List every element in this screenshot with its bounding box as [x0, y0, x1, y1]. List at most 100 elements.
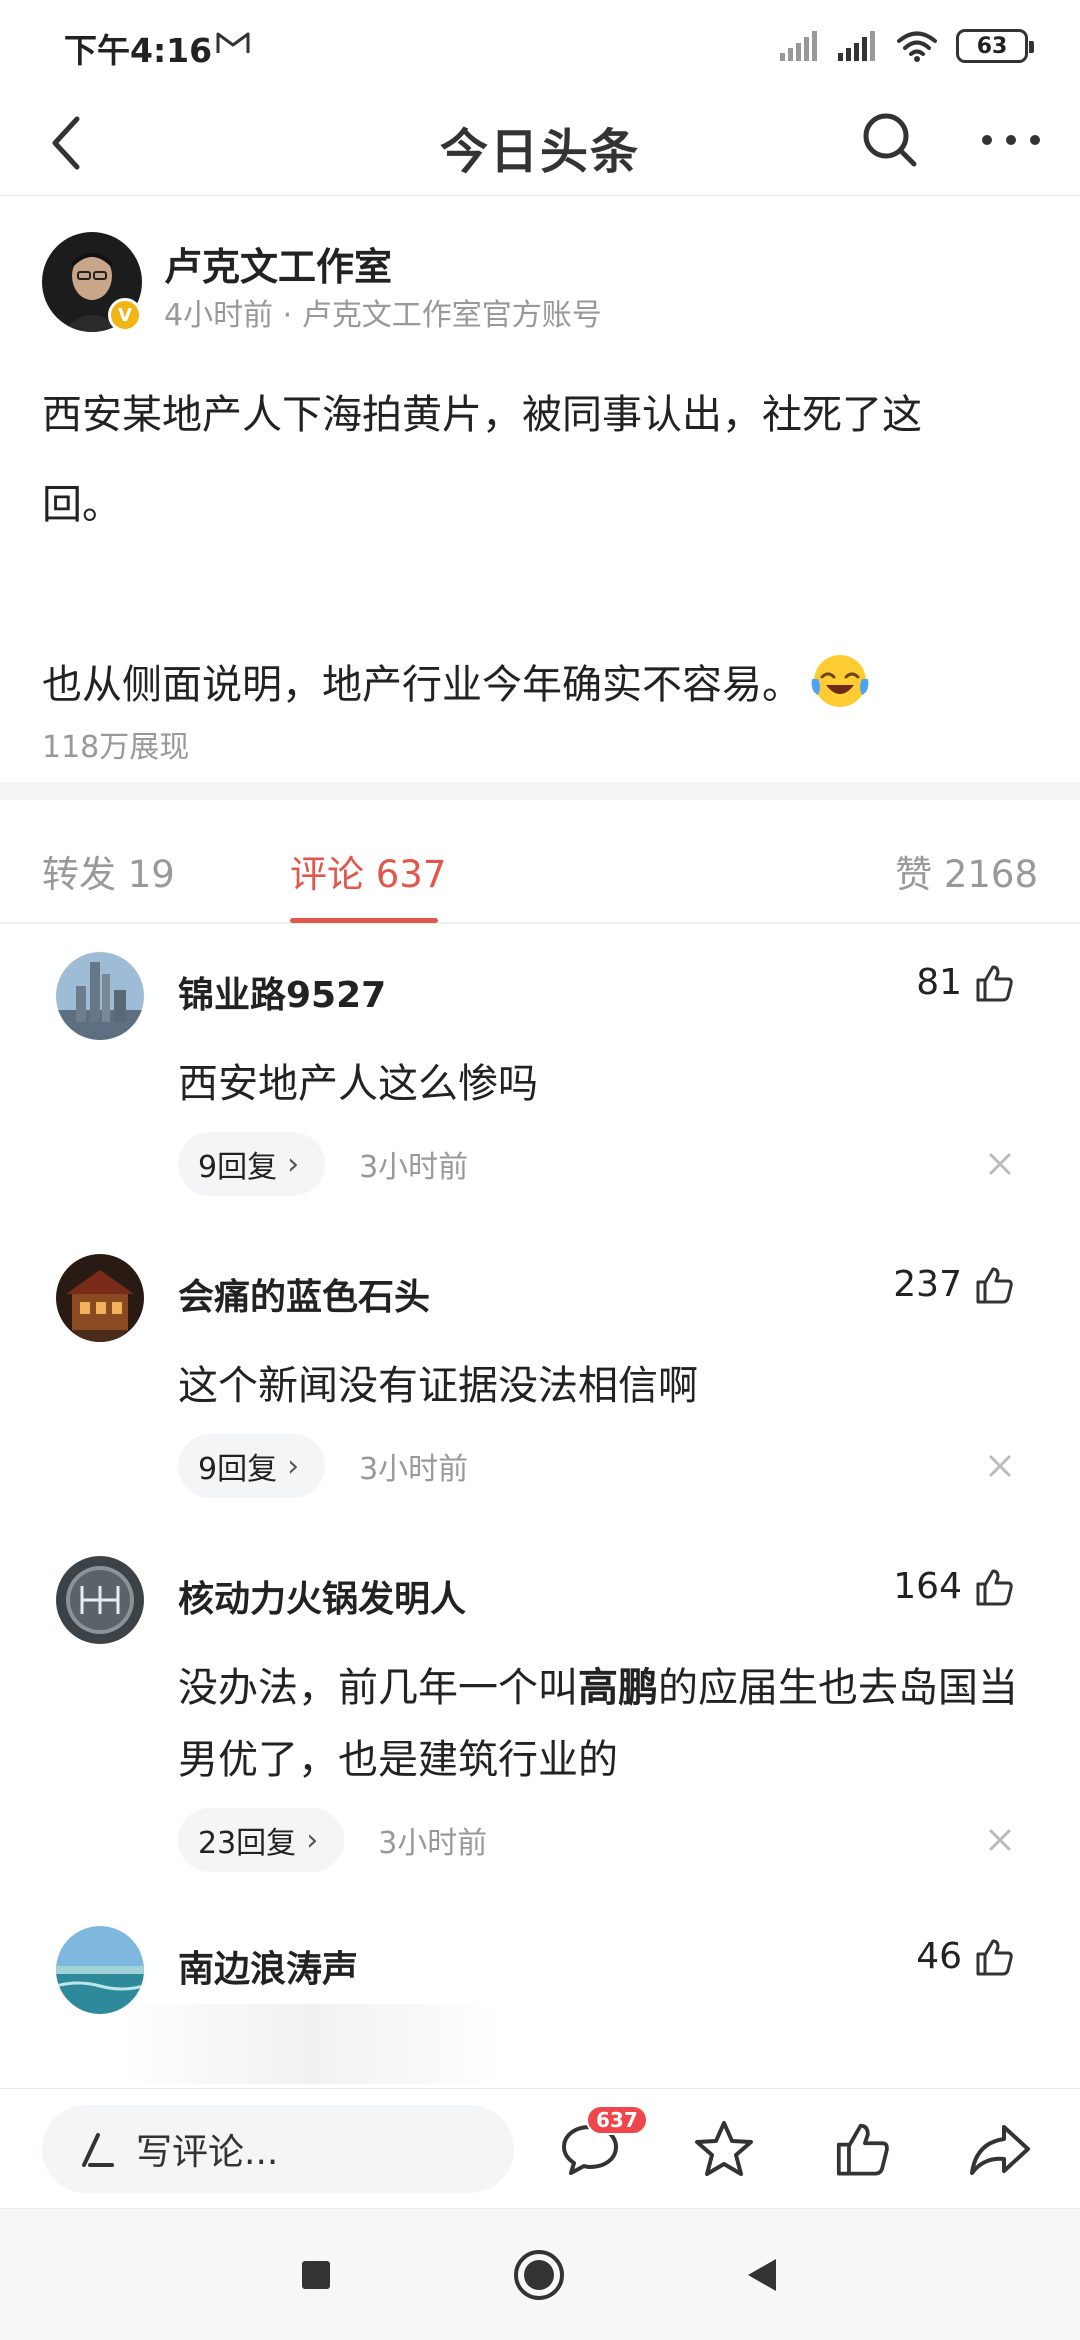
post-line-with-emoji: 也从侧面说明，地产行业今年确实不容易。 — [42, 640, 1042, 730]
title-bar: 今日头条 — [0, 90, 1080, 196]
close-icon — [989, 1455, 1011, 1477]
post-author[interactable]: V 卢克文工作室 4小时前 · 卢克文工作室官方账号 — [42, 232, 1042, 336]
tab-comments[interactable]: 评论 637 — [290, 844, 446, 898]
dismiss-comment-button[interactable] — [980, 1144, 1020, 1184]
comment-item: 会痛的蓝色石头 237 这个新闻没有证据没法相信啊 9回复 › 3小时前 — [0, 1254, 1080, 1504]
commenter-name[interactable]: 锦业路9527 — [178, 966, 386, 1018]
chevron-right-icon: › — [287, 1448, 300, 1484]
wifi-icon — [897, 31, 937, 62]
reply-count-button[interactable]: 23回复 › — [178, 1808, 345, 1872]
chevron-right-icon: › — [306, 1822, 319, 1858]
close-icon — [989, 1153, 1011, 1175]
dismiss-comment-button[interactable] — [980, 1820, 1020, 1860]
system-back-button[interactable] — [726, 2239, 798, 2311]
more-dots-icon — [982, 135, 1040, 145]
scroll-fade-overlay — [120, 2004, 500, 2084]
star-icon — [695, 2121, 753, 2176]
active-tab-indicator — [290, 918, 438, 923]
status-bar: 下午4:16 63 — [0, 0, 1080, 90]
section-divider — [0, 782, 1080, 800]
view-count: 118万展现 — [42, 730, 190, 765]
close-icon — [989, 1829, 1011, 1851]
comment-time: 3小时前 — [378, 1826, 488, 1861]
search-icon — [863, 113, 917, 167]
share-button[interactable] — [960, 2109, 1040, 2189]
mail-notification-icon — [216, 32, 250, 53]
commenter-avatar[interactable] — [56, 952, 144, 1040]
interaction-tabs: 转发 19 评论 637 赞 2168 — [0, 800, 1080, 924]
tab-likes[interactable]: 赞 2168 — [895, 844, 1038, 898]
thumbs-up-icon — [976, 1267, 1013, 1303]
comment-item: 核动力火锅发明人 164 没办法，前几年一个叫高鹏的应届生也去岛国当男优了，也是… — [0, 1556, 1080, 1886]
comment-like-button[interactable]: 237 — [893, 1264, 1014, 1305]
like-button[interactable] — [822, 2109, 902, 2189]
commenter-name[interactable]: 南边浪涛声 — [178, 1940, 358, 1992]
chevron-right-icon: › — [287, 1146, 300, 1182]
comment-text: 没办法，前几年一个叫高鹏的应届生也去岛国当男优了，也是建筑行业的 — [178, 1652, 1028, 1796]
status-time: 下午4:16 — [64, 31, 213, 70]
ocean-avatar-image — [56, 1926, 144, 2014]
comment-input-placeholder: 写评论... — [136, 2132, 279, 2173]
thumbs-up-icon — [836, 2123, 889, 2176]
favorite-button[interactable] — [684, 2109, 764, 2189]
comments-button[interactable]: 637 — [550, 2105, 648, 2189]
comment-like-count: 46 — [916, 1936, 962, 1977]
skyline-avatar-image — [56, 952, 144, 1040]
comment-like-button[interactable]: 164 — [893, 1566, 1014, 1607]
comment-text-highlight: 高鹏 — [578, 1665, 658, 1711]
comment-like-count: 237 — [893, 1264, 962, 1305]
post-line: 回。 — [42, 482, 122, 528]
comment-text: 这个新闻没有证据没法相信啊 — [178, 1363, 698, 1409]
reply-count-button[interactable]: 9回复 › — [178, 1132, 326, 1196]
comment-like-count: 164 — [893, 1566, 962, 1607]
home-circle-icon — [514, 2250, 564, 2300]
battery-level: 63 — [976, 33, 1008, 59]
commenter-avatar[interactable] — [56, 1556, 144, 1644]
verified-badge-icon: V — [108, 298, 142, 332]
post-line: 西安某地产人下海拍黄片，被同事认出，社死了这 — [42, 392, 922, 438]
tab-repost[interactable]: 转发 19 — [42, 844, 175, 898]
thumbs-up-icon — [976, 1569, 1013, 1605]
reply-count-button[interactable]: 9回复 › — [178, 1434, 326, 1498]
post-body: 西安某地产人下海拍黄片，被同事认出，社死了这 回。 也从侧面说明，地产行业今年确… — [42, 370, 1042, 730]
status-indicators: 63 — [780, 26, 1034, 66]
comment-like-button[interactable]: 81 — [916, 962, 1014, 1003]
gear-shifter-avatar-image — [56, 1556, 144, 1644]
building-avatar-image — [56, 1254, 144, 1342]
comment-like-count: 81 — [916, 962, 962, 1003]
system-navigation-bar — [0, 2208, 1080, 2340]
comment-footer: 9回复 › 3小时前 — [178, 1132, 468, 1196]
comment-time: 3小时前 — [359, 1452, 469, 1487]
post-line: 也从侧面说明，地产行业今年确实不容易。 — [42, 662, 802, 708]
reply-count: 9回复 — [198, 1452, 278, 1487]
signal-icon — [838, 31, 875, 61]
square-icon — [302, 2261, 330, 2289]
search-button[interactable] — [858, 108, 922, 172]
bottom-action-bar: 写评论... 637 — [0, 2088, 1080, 2208]
pen-icon — [82, 2133, 114, 2167]
thumbs-up-icon — [976, 1939, 1013, 1975]
comment-count-badge: 637 — [586, 2105, 648, 2135]
comment-footer: 9回复 › 3小时前 — [178, 1434, 468, 1498]
post-line-blank — [42, 550, 1042, 640]
commenter-avatar[interactable] — [56, 1254, 144, 1342]
more-options-button[interactable] — [976, 108, 1046, 172]
recent-apps-button[interactable] — [280, 2239, 352, 2311]
comment-item: 锦业路9527 81 西安地产人这么惨吗 9回复 › 3小时前 — [0, 952, 1080, 1202]
reply-count: 23回复 — [198, 1826, 297, 1861]
comment-text: 西安地产人这么惨吗 — [178, 1061, 538, 1107]
home-button[interactable] — [503, 2239, 575, 2311]
author-meta: 4小时前 · 卢克文工作室官方账号 — [164, 298, 602, 333]
commenter-name[interactable]: 核动力火锅发明人 — [178, 1570, 466, 1622]
commenter-name[interactable]: 会痛的蓝色石头 — [178, 1268, 430, 1320]
share-arrow-icon — [970, 2125, 1030, 2175]
battery-indicator: 63 — [956, 29, 1034, 63]
reply-count: 9回复 — [198, 1150, 278, 1185]
commenter-avatar[interactable] — [56, 1926, 144, 2014]
comment-like-button[interactable]: 46 — [916, 1936, 1014, 1977]
comment-footer: 23回复 › 3小时前 — [178, 1808, 487, 1872]
comment-input[interactable]: 写评论... — [42, 2105, 514, 2193]
author-name[interactable]: 卢克文工作室 — [164, 236, 392, 291]
dismiss-comment-button[interactable] — [980, 1446, 1020, 1486]
comment-text-part: 没办法，前几年一个叫 — [178, 1665, 578, 1711]
